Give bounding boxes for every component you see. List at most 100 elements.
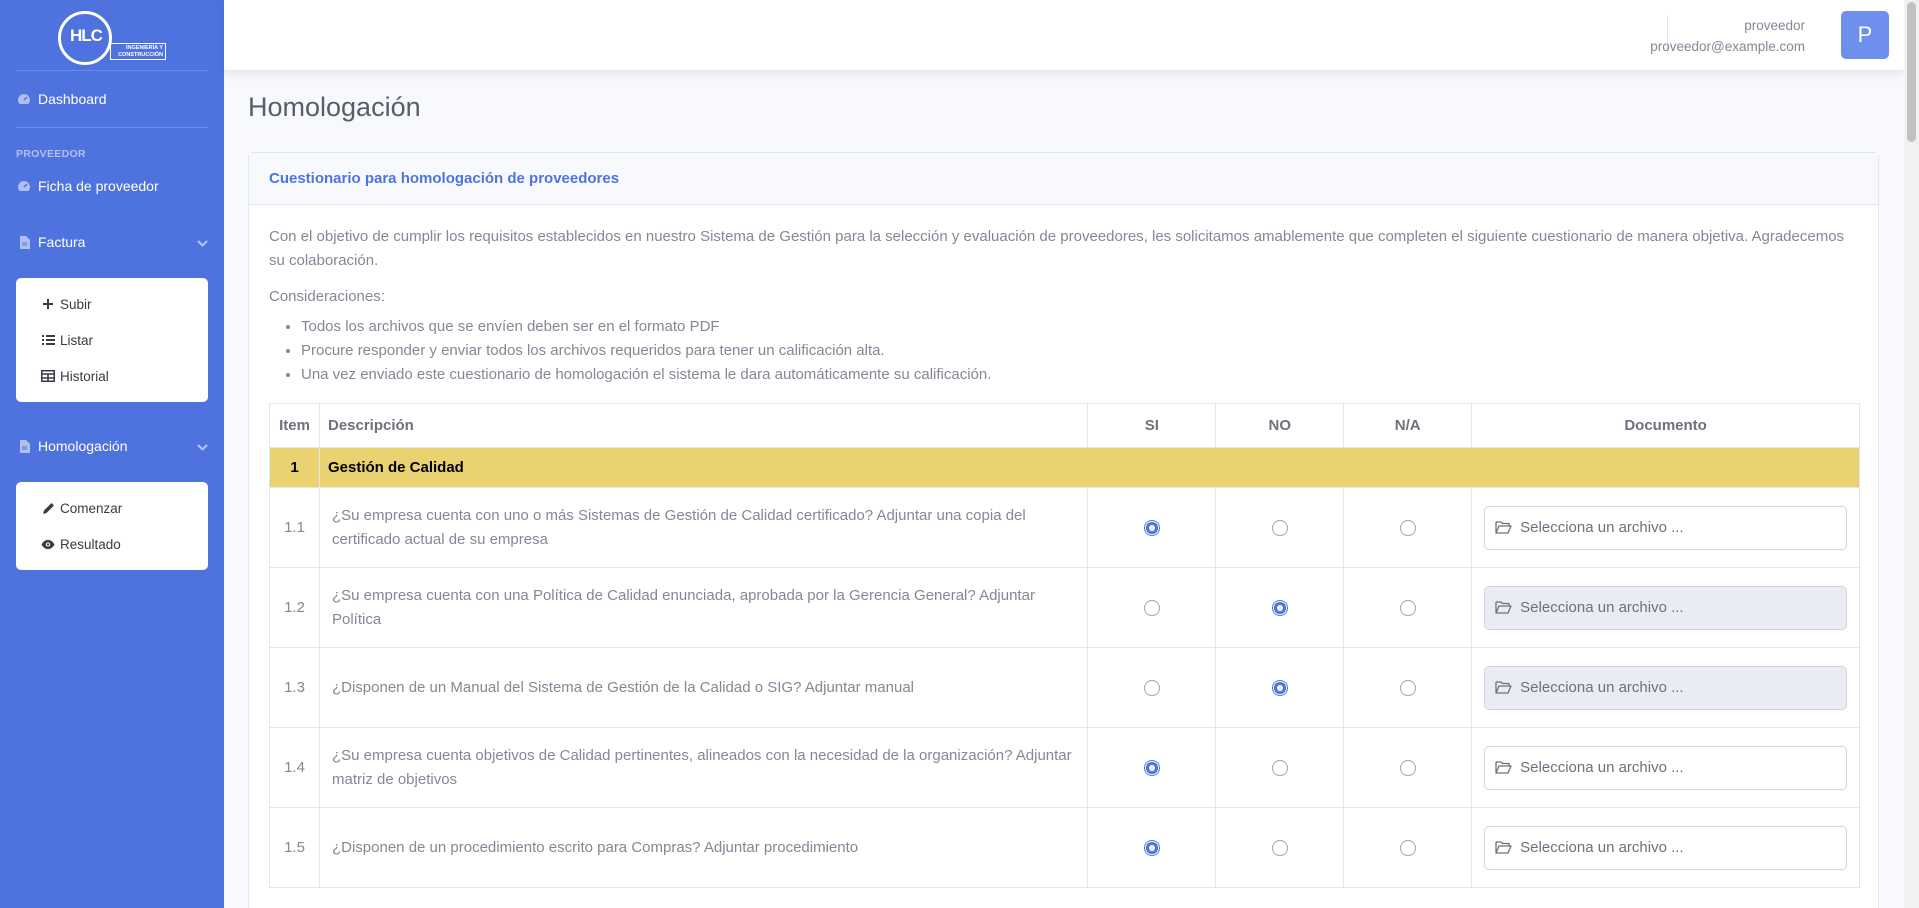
submenu-item-subir[interactable]: Subir: [16, 286, 208, 322]
file-icon: [16, 439, 32, 453]
radio-si[interactable]: [1143, 679, 1160, 696]
radio-no-cell: [1215, 807, 1345, 888]
radio-no-cell: [1215, 647, 1345, 728]
sidebar-item-factura[interactable]: Factura: [0, 206, 224, 278]
table-row: 1.1 ¿Su empresa cuenta con uno o más Sist…: [269, 487, 1860, 568]
page-title: Homologación: [248, 92, 421, 122]
considerations-label: Consideraciones:: [269, 288, 385, 305]
radio-no[interactable]: [1271, 519, 1288, 536]
file-input[interactable]: Selecciona un archivo ...: [1484, 585, 1847, 630]
sidebar-item-label: Dashboard: [38, 91, 107, 107]
table-row: 1.3 ¿Disponen de un Manual del Sistema de…: [269, 647, 1860, 728]
folder-open-icon: [1495, 841, 1512, 854]
table-icon: [41, 370, 55, 382]
sidebar-item-ficha-proveedor[interactable]: Ficha de proveedor: [0, 166, 224, 206]
header-no: NO: [1215, 403, 1345, 448]
submenu-item-listar[interactable]: Listar: [16, 322, 208, 358]
folder-open-icon: [1495, 601, 1512, 614]
item-description: ¿Disponen de un procedimiento escrito pa…: [318, 807, 1089, 888]
considerations-list: Todos los archivos que se envíen deben s…: [301, 315, 1858, 387]
group-row: 1 Gestión de Calidad: [269, 447, 1861, 488]
user-name: proveedor: [1744, 18, 1805, 33]
radio-si-cell: [1087, 647, 1217, 728]
sidebar: HLC INGENIERÍA Y CONSTRUCCIÓN Dashboard …: [0, 0, 224, 908]
radio-si-cell: [1087, 807, 1217, 888]
radio-si[interactable]: [1143, 839, 1160, 856]
page-scrollbar[interactable]: [1904, 0, 1919, 908]
radio-na-cell: [1343, 727, 1473, 808]
plus-icon: [41, 298, 55, 310]
submenu-item-comenzar[interactable]: Comenzar: [16, 490, 208, 526]
submenu-item-label: Listar: [60, 332, 94, 348]
logo-initials: HLC: [70, 26, 103, 45]
avatar[interactable]: P: [1841, 11, 1889, 59]
radio-na-cell: [1343, 487, 1473, 568]
file-input[interactable]: Selecciona un archivo ...: [1484, 505, 1847, 550]
pencil-icon: [41, 502, 55, 515]
radio-na[interactable]: [1399, 679, 1416, 696]
file-input-placeholder: Selecciona un archivo ...: [1520, 598, 1684, 616]
logo-subtitle-line2: CONSTRUCCIÓN: [118, 51, 163, 58]
radio-na-cell: [1343, 807, 1473, 888]
group-title: Gestión de Calidad: [318, 447, 1861, 488]
file-input[interactable]: Selecciona un archivo ...: [1484, 825, 1847, 870]
submenu-item-historial[interactable]: Historial: [16, 358, 208, 394]
item-number: 1.5: [269, 807, 320, 888]
radio-na[interactable]: [1399, 519, 1416, 536]
sidebar-section-heading: PROVEEDOR: [16, 148, 86, 160]
document-cell: Selecciona un archivo ...: [1471, 727, 1860, 808]
radio-no[interactable]: [1271, 679, 1288, 696]
header-si: SI: [1087, 403, 1217, 448]
consideration-item: Todos los archivos que se envíen deben s…: [301, 315, 1858, 339]
questionnaire-table: Item Descripción SI NO N/A Documento 1 G…: [269, 403, 1861, 888]
radio-no[interactable]: [1271, 839, 1288, 856]
chevron-down-icon: [197, 438, 208, 454]
radio-no-cell: [1215, 487, 1345, 568]
submenu-item-label: Resultado: [60, 536, 121, 552]
item-number: 1.3: [269, 647, 320, 728]
submenu-item-resultado[interactable]: Resultado: [16, 526, 208, 562]
user-dropdown[interactable]: proveedor proveedor@example.com: [1650, 15, 1805, 57]
consideration-item: Una vez enviado este cuestionario de hom…: [301, 363, 1858, 387]
homologacion-submenu: Comenzar Resultado: [16, 482, 208, 570]
item-description: ¿Su empresa cuenta objetivos de Calidad …: [318, 727, 1089, 808]
sidebar-item-label: Factura: [38, 234, 86, 250]
consideration-item: Procure responder y enviar todos los arc…: [301, 339, 1858, 363]
radio-si[interactable]: [1143, 519, 1160, 536]
document-cell: Selecciona un archivo ...: [1471, 567, 1860, 648]
item-description: ¿Su empresa cuenta con una Política de C…: [318, 567, 1089, 648]
file-input[interactable]: Selecciona un archivo ...: [1484, 745, 1847, 790]
folder-open-icon: [1495, 681, 1512, 694]
card-title: Cuestionario para homologación de provee…: [269, 170, 620, 187]
submenu-item-label: Comenzar: [60, 500, 123, 516]
logo-subtitle: INGENIERÍA Y CONSTRUCCIÓN: [110, 43, 166, 60]
file-input-placeholder: Selecciona un archivo ...: [1520, 678, 1684, 696]
radio-si-cell: [1087, 487, 1217, 568]
card-header: Cuestionario para homologación de provee…: [249, 153, 1878, 205]
folder-open-icon: [1495, 521, 1512, 534]
item-number: 1.4: [269, 727, 320, 808]
scrollbar-thumb[interactable]: [1907, 2, 1916, 142]
radio-si[interactable]: [1143, 599, 1160, 616]
file-input[interactable]: Selecciona un archivo ...: [1484, 665, 1847, 710]
item-description: ¿Disponen de un Manual del Sistema de Ge…: [318, 647, 1089, 728]
radio-na[interactable]: [1399, 759, 1416, 776]
sidebar-item-label: Ficha de proveedor: [38, 178, 159, 194]
radio-no[interactable]: [1271, 599, 1288, 616]
radio-no[interactable]: [1271, 759, 1288, 776]
brand[interactable]: HLC INGENIERÍA Y CONSTRUCCIÓN: [0, 0, 224, 70]
table-row: 1.5 ¿Disponen de un procedimiento escrito…: [269, 807, 1860, 888]
radio-na[interactable]: [1399, 839, 1416, 856]
factura-submenu: Subir Listar Historial: [16, 278, 208, 402]
user-email: proveedor@example.com: [1650, 39, 1805, 54]
sidebar-item-homologacion[interactable]: Homologación: [0, 410, 224, 482]
file-input-placeholder: Selecciona un archivo ...: [1520, 838, 1684, 856]
file-input-placeholder: Selecciona un archivo ...: [1520, 758, 1684, 776]
radio-si-cell: [1087, 567, 1217, 648]
header-documento: Documento: [1471, 403, 1860, 448]
radio-na[interactable]: [1399, 599, 1416, 616]
tachometer-icon: [16, 180, 32, 192]
header-na: N/A: [1343, 403, 1473, 448]
radio-si[interactable]: [1143, 759, 1160, 776]
sidebar-item-dashboard[interactable]: Dashboard: [0, 71, 224, 127]
